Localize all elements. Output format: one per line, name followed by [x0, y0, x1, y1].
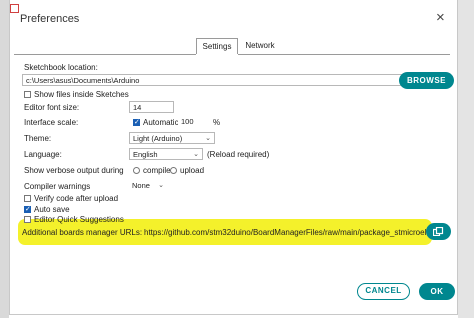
theme-select-value: Light (Arduino)	[133, 134, 183, 143]
verify-code-label: Verify code after upload	[34, 194, 119, 203]
preferences-dialog: Preferences × Settings Network Sketchboo…	[9, 0, 458, 315]
editor-font-label: Editor font size:	[24, 103, 80, 112]
window-title: Preferences	[20, 13, 80, 25]
show-files-checkbox[interactable]	[24, 91, 31, 98]
browse-button[interactable]: BROWSE	[399, 72, 454, 89]
compile-label: compile	[143, 166, 171, 175]
interface-scale-input[interactable]: 100	[178, 116, 210, 128]
verify-code-checkbox[interactable]	[24, 195, 31, 202]
language-note: (Reload required)	[207, 150, 270, 159]
automatic-label: Automatic	[143, 118, 179, 127]
automatic-checkbox[interactable]: ✓	[133, 119, 140, 126]
tab-divider-right	[238, 54, 450, 55]
background-left	[0, 0, 9, 318]
ok-button[interactable]: OK	[419, 283, 455, 300]
show-files-label: Show files inside Sketches	[34, 90, 129, 99]
open-window-icon	[433, 227, 444, 236]
chevron-down-icon: ⌄	[193, 151, 199, 158]
upload-radio[interactable]	[170, 167, 177, 174]
language-select[interactable]: English ⌄	[129, 148, 203, 160]
auto-save-checkbox[interactable]: ✓	[24, 206, 31, 213]
tab-divider-left	[14, 54, 196, 55]
sketchbook-label: Sketchbook location:	[24, 63, 98, 72]
open-window-button[interactable]	[426, 223, 451, 240]
upload-label: upload	[180, 166, 205, 175]
chevron-down-icon: ⌄	[158, 182, 164, 189]
compiler-warnings-value: None	[132, 181, 150, 190]
boards-manager-url-input[interactable]: https://github.com/stm32duino/BoardManag…	[144, 228, 433, 237]
verbose-label: Show verbose output during	[24, 166, 124, 175]
background-right	[458, 0, 474, 318]
boards-manager-label: Additional boards manager URLs:	[22, 228, 143, 237]
cancel-button[interactable]: CANCEL	[357, 283, 410, 300]
windows-icon	[10, 4, 19, 13]
close-icon[interactable]: ×	[436, 10, 445, 25]
quick-suggestions-label: Editor Quick Suggestions	[34, 215, 124, 224]
tab-settings[interactable]: Settings	[196, 38, 238, 54]
chevron-down-icon: ⌄	[205, 135, 211, 142]
tab-network[interactable]: Network	[242, 38, 278, 54]
interface-scale-label: Interface scale:	[24, 118, 79, 127]
language-label: Language:	[24, 150, 62, 159]
auto-save-label: Auto save	[34, 205, 70, 214]
interface-scale-unit: %	[213, 118, 221, 127]
compiler-warnings-select[interactable]: None ⌄	[129, 180, 167, 192]
compile-radio[interactable]	[133, 167, 140, 174]
theme-select[interactable]: Light (Arduino) ⌄	[129, 132, 215, 144]
editor-font-size-input[interactable]: 14	[129, 101, 174, 113]
quick-suggestions-checkbox[interactable]	[24, 216, 31, 223]
sketchbook-location-input[interactable]: c:\Users\asus\Documents\Arduino	[22, 74, 402, 86]
theme-label: Theme:	[24, 134, 52, 143]
compiler-warnings-label: Compiler warnings	[24, 182, 91, 191]
language-select-value: English	[133, 150, 158, 159]
